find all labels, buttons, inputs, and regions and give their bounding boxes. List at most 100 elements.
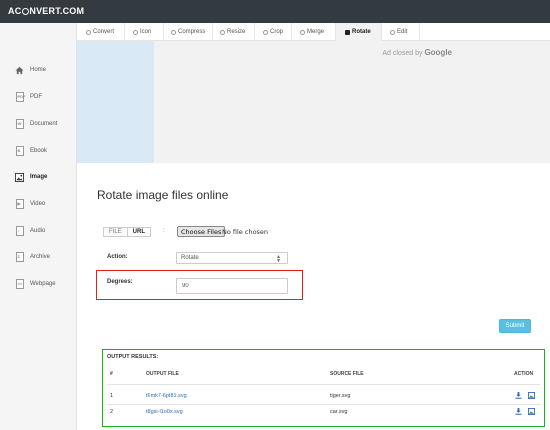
action-label: Action: [107, 254, 128, 260]
sidebar-item-pdf[interactable]: PDF PDF [0, 85, 77, 109]
tab-compress[interactable]: Compress [171, 23, 205, 41]
output-results-title: OUTPUT RESULTS: [107, 354, 159, 360]
sidebar-item-ebook[interactable]: B Ebook [0, 139, 77, 163]
tab-label: Rotate [352, 29, 371, 35]
home-icon [15, 65, 24, 75]
radio-icon [345, 29, 350, 35]
tab-divider [212, 23, 213, 41]
sidebar-item-video[interactable]: ▶ Video [0, 192, 77, 216]
output-file-link[interactable]: t8gsi-l1o0x.svg [146, 409, 183, 415]
sidebar-item-label: Image [30, 174, 48, 180]
column-header-action: ACTION [514, 371, 534, 377]
tab-divider [254, 23, 255, 41]
tab-merge[interactable]: Merge [300, 23, 324, 41]
sidebar-item-document[interactable]: W Document [0, 112, 77, 136]
ad-banner [154, 41, 550, 163]
sidebar-item-label: PDF [30, 94, 42, 100]
row-number: 2 [110, 409, 114, 415]
output-file-link[interactable]: t6mk7-6pt81.svg [146, 393, 187, 399]
sidebar-item-audio[interactable]: ♪ Audio [0, 219, 77, 243]
sidebar-item-label: Audio [30, 228, 46, 234]
radio-icon [220, 29, 225, 35]
sidebar-item-label: Document [30, 121, 58, 127]
ad-closed-text: Ad closed by [382, 50, 423, 57]
source-separator: : [163, 228, 165, 234]
site-logo[interactable]: AC NVERT.COM [8, 6, 84, 16]
radio-icon [171, 29, 176, 35]
view-image-icon[interactable] [528, 392, 535, 399]
document-file-icon: W [15, 119, 24, 129]
tab-crop[interactable]: Crop [263, 23, 283, 41]
source-file-toggle[interactable]: FILE [103, 227, 128, 237]
column-header-source-file: SOURCE FILE [330, 371, 364, 377]
tab-label: Icon [140, 29, 152, 35]
sidebar-item-label: Webpage [30, 281, 56, 287]
select-arrows-icon: ▲ ▼ [276, 254, 281, 264]
tab-label: Resize [227, 29, 246, 35]
column-header-output-file: OUTPUT FILE [146, 371, 179, 377]
download-icon[interactable] [515, 408, 522, 415]
column-header-number: # [110, 371, 113, 377]
audio-icon: ♪ [15, 226, 24, 236]
tab-label: Merge [307, 29, 325, 35]
radio-icon [390, 29, 395, 35]
sidebar-item-webpage[interactable]: <> Webpage [0, 272, 77, 296]
tab-label: Compress [178, 29, 206, 35]
view-image-icon[interactable] [528, 408, 535, 415]
tab-divider [291, 23, 292, 41]
tab-rotate[interactable]: Rotate [336, 23, 381, 41]
pdf-file-icon: PDF [15, 92, 26, 102]
sidebar-item-label: Video [30, 201, 46, 207]
tab-divider [163, 23, 164, 41]
submit-button[interactable]: Submit [499, 319, 531, 333]
ad-banner-side [77, 41, 154, 163]
tab-icon[interactable]: Icon [133, 23, 151, 41]
radio-icon [133, 29, 138, 35]
output-results-panel [102, 349, 545, 427]
row-number: 1 [110, 393, 114, 399]
video-icon: ▶ [15, 199, 24, 209]
table-divider [107, 384, 540, 385]
tab-label: Convert [93, 29, 115, 35]
download-icon[interactable] [515, 392, 522, 399]
archive-icon: Z [15, 252, 24, 262]
tab-label: Edit [397, 29, 408, 35]
tab-divider [381, 23, 382, 41]
page-title: Rotate image files online [97, 188, 229, 202]
degrees-label: Degrees: [107, 279, 133, 285]
source-toggle: FILE URL [103, 227, 152, 237]
tool-tabs: Convert Icon Compress Resize Crop Merge … [77, 23, 550, 41]
ebook-icon: B [15, 146, 24, 156]
sidebar-item-archive[interactable]: Z Archive [0, 245, 77, 269]
top-navbar: AC NVERT.COM [0, 0, 550, 23]
logo-ring-icon [21, 8, 29, 15]
radio-icon [86, 29, 91, 35]
sidebar-item-label: Home [30, 67, 47, 73]
radio-icon [300, 29, 305, 35]
logo-text-end: NVERT.COM [29, 6, 85, 16]
radio-icon [263, 29, 268, 35]
source-file-name: tiger.svg [330, 393, 351, 399]
source-url-toggle[interactable]: URL [127, 227, 152, 237]
action-select-value: Rotate [181, 255, 199, 261]
google-logo: Google [424, 48, 452, 57]
action-select[interactable]: Rotate ▲ ▼ [176, 252, 288, 264]
sidebar-item-label: Ebook [30, 148, 48, 154]
tab-label: Crop [270, 29, 284, 35]
tab-edit[interactable]: Edit [390, 23, 407, 41]
logo-text-start: AC [8, 6, 22, 16]
sidebar-item-home[interactable]: Home [0, 58, 77, 82]
image-icon [15, 172, 24, 182]
source-file-name: car.svg [330, 409, 348, 415]
sidebar: Home PDF PDF W Document B Ebook Image ▶ … [0, 23, 77, 430]
tab-resize[interactable]: Resize [220, 23, 245, 41]
sidebar-item-label: Archive [30, 254, 51, 260]
degrees-input[interactable] [176, 278, 288, 294]
file-status-text: No file chosen [222, 228, 269, 236]
ad-closed-notice: Ad closed by Google [382, 48, 452, 57]
sidebar-item-image[interactable]: Image [0, 165, 77, 189]
tab-divider [419, 23, 420, 41]
tab-divider [124, 23, 125, 41]
tab-convert[interactable]: Convert [86, 23, 114, 41]
choose-files-button[interactable]: Choose Files [177, 226, 226, 237]
